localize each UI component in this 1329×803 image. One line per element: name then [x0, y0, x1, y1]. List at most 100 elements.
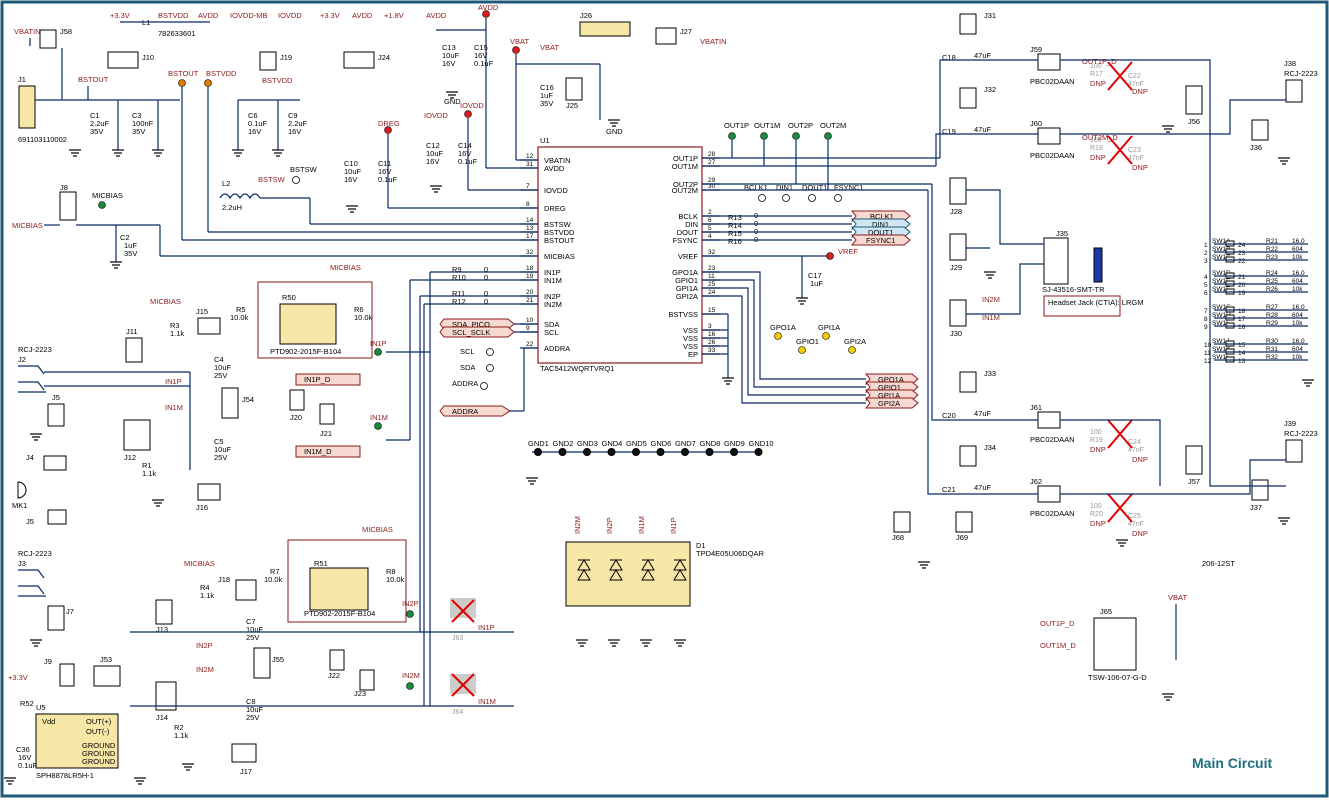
sw-pin2: 18: [1238, 308, 1246, 315]
sw-resistor-value: 16.0: [1292, 304, 1305, 311]
r51-potentiometer[interactable]: [309, 567, 369, 611]
j13-label: J13: [156, 625, 168, 634]
j63-label: J63: [452, 635, 463, 642]
j24-header[interactable]: [343, 51, 375, 69]
j21-header[interactable]: [319, 403, 335, 425]
j30-header[interactable]: [949, 299, 967, 327]
gnd-test-point[interactable]: [632, 448, 640, 456]
j33-header[interactable]: [959, 371, 977, 393]
bstout-rail-label-2: BSTOUT: [168, 69, 199, 78]
j65-header[interactable]: [1093, 617, 1137, 671]
r50-potentiometer[interactable]: [279, 303, 337, 345]
r4-value: 1.1k: [200, 591, 214, 600]
iovdd-rail-label-1: IOVDD: [278, 11, 302, 20]
j18-header[interactable]: [235, 579, 257, 601]
gnd-test-point[interactable]: [681, 448, 689, 456]
gnd-tp-label: GND6: [651, 439, 672, 448]
j10-label: J10: [142, 53, 154, 62]
j53-label: J53: [100, 655, 112, 664]
u1-pin-number: 31: [526, 161, 534, 168]
j15-header[interactable]: [197, 317, 221, 335]
sw-pin: 9: [1204, 324, 1208, 331]
j31-header[interactable]: [959, 13, 977, 35]
j53-header[interactable]: [93, 665, 121, 687]
sw-resistor-value: 604: [1292, 246, 1303, 253]
u1-pin-number: 21: [526, 297, 534, 304]
u1-pin-number: 32: [708, 249, 716, 256]
j35-audio-jack[interactable]: [1043, 237, 1069, 285]
gnd-test-point[interactable]: [607, 448, 616, 456]
j20-header[interactable]: [289, 389, 305, 411]
j68-header[interactable]: [893, 511, 911, 533]
j36-header[interactable]: [1251, 119, 1269, 141]
j34-header[interactable]: [959, 445, 977, 467]
r51-part: PTD902-2015F-B104: [304, 609, 375, 618]
addra-port-label: ADDRA: [452, 407, 478, 416]
j17-header[interactable]: [231, 743, 257, 763]
j25-header[interactable]: [565, 77, 583, 101]
j59-header[interactable]: [1037, 53, 1061, 71]
j60-header[interactable]: [1037, 127, 1061, 145]
j28-header[interactable]: [949, 177, 967, 205]
sw-pin: 10: [1204, 342, 1212, 349]
j62-header[interactable]: [1037, 485, 1061, 503]
j16-label: J16: [196, 503, 208, 512]
sw-pin: 4: [1204, 274, 1208, 281]
gnd-test-point[interactable]: [754, 448, 763, 456]
gnd-test-point[interactable]: [656, 448, 665, 456]
j32-header[interactable]: [959, 87, 977, 109]
j8-header[interactable]: [59, 191, 77, 221]
j23-header[interactable]: [359, 669, 375, 691]
j37-header[interactable]: [1251, 479, 1269, 501]
c24-dnp: DNP: [1132, 455, 1148, 464]
j7-header[interactable]: [47, 605, 65, 631]
j38-jack[interactable]: [1285, 79, 1303, 103]
j13-header[interactable]: [155, 599, 173, 625]
j14-label: J14: [156, 713, 168, 722]
j16-header[interactable]: [197, 483, 221, 501]
j56-header[interactable]: [1185, 85, 1203, 115]
u1-pin-bstvss: BSTVSS: [668, 310, 698, 319]
j61-header[interactable]: [1037, 411, 1061, 429]
j5-header-2[interactable]: [47, 509, 67, 525]
c24-value: 47nF: [1128, 447, 1144, 454]
j26-jumper[interactable]: [579, 21, 631, 37]
j10-header[interactable]: [107, 51, 139, 69]
schematic-canvas: U1 TAC5412WQRTVRQ1 12 VBATIN31 AVDD7 IOVDD8…: [0, 0, 1329, 798]
j15-label: J15: [196, 307, 208, 316]
gnd-test-point[interactable]: [583, 448, 591, 456]
j19-header[interactable]: [259, 51, 277, 71]
j55-header[interactable]: [253, 647, 271, 679]
u5-part: SPH8878LR5H-1: [36, 771, 94, 780]
j12-header[interactable]: [123, 419, 151, 451]
sw-resistor-value: 16.0: [1292, 338, 1305, 345]
j39-jack[interactable]: [1285, 439, 1303, 463]
u1-pin-number: 9: [526, 325, 530, 332]
gnd-test-point[interactable]: [558, 448, 567, 456]
j4-header[interactable]: [43, 455, 67, 471]
j69-header[interactable]: [955, 511, 973, 533]
u1-pin-number: 13: [526, 225, 534, 232]
gnd-test-point[interactable]: [705, 448, 714, 456]
j58-header[interactable]: [39, 29, 57, 49]
avdd-tp-label: AVDD: [478, 3, 499, 12]
u5-label: U5: [36, 703, 46, 712]
j25-label: J25: [566, 101, 578, 110]
gnd-test-point[interactable]: [534, 448, 542, 456]
sw-resistor-value: 604: [1292, 278, 1303, 285]
j29-header[interactable]: [949, 233, 967, 261]
u1-pin-number: 15: [708, 307, 716, 314]
j54-header[interactable]: [221, 387, 239, 419]
v33-rail-label: +3.3V: [110, 11, 130, 20]
j22-header[interactable]: [329, 649, 345, 671]
j1-connector[interactable]: [18, 85, 36, 129]
input-section: RCJ-2223 J2 J5 J4 MK1 J5 MICBIAS R3 1.1k…: [3, 263, 538, 785]
j11-header[interactable]: [125, 337, 143, 363]
r19-value: 100: [1090, 429, 1102, 436]
j57-header[interactable]: [1185, 445, 1203, 475]
j9-header[interactable]: [59, 663, 75, 687]
gnd-test-point[interactable]: [730, 448, 738, 456]
u1-pin-vref: VREF: [678, 252, 698, 261]
j5-header-1[interactable]: [47, 403, 65, 427]
j27-header[interactable]: [655, 27, 677, 45]
